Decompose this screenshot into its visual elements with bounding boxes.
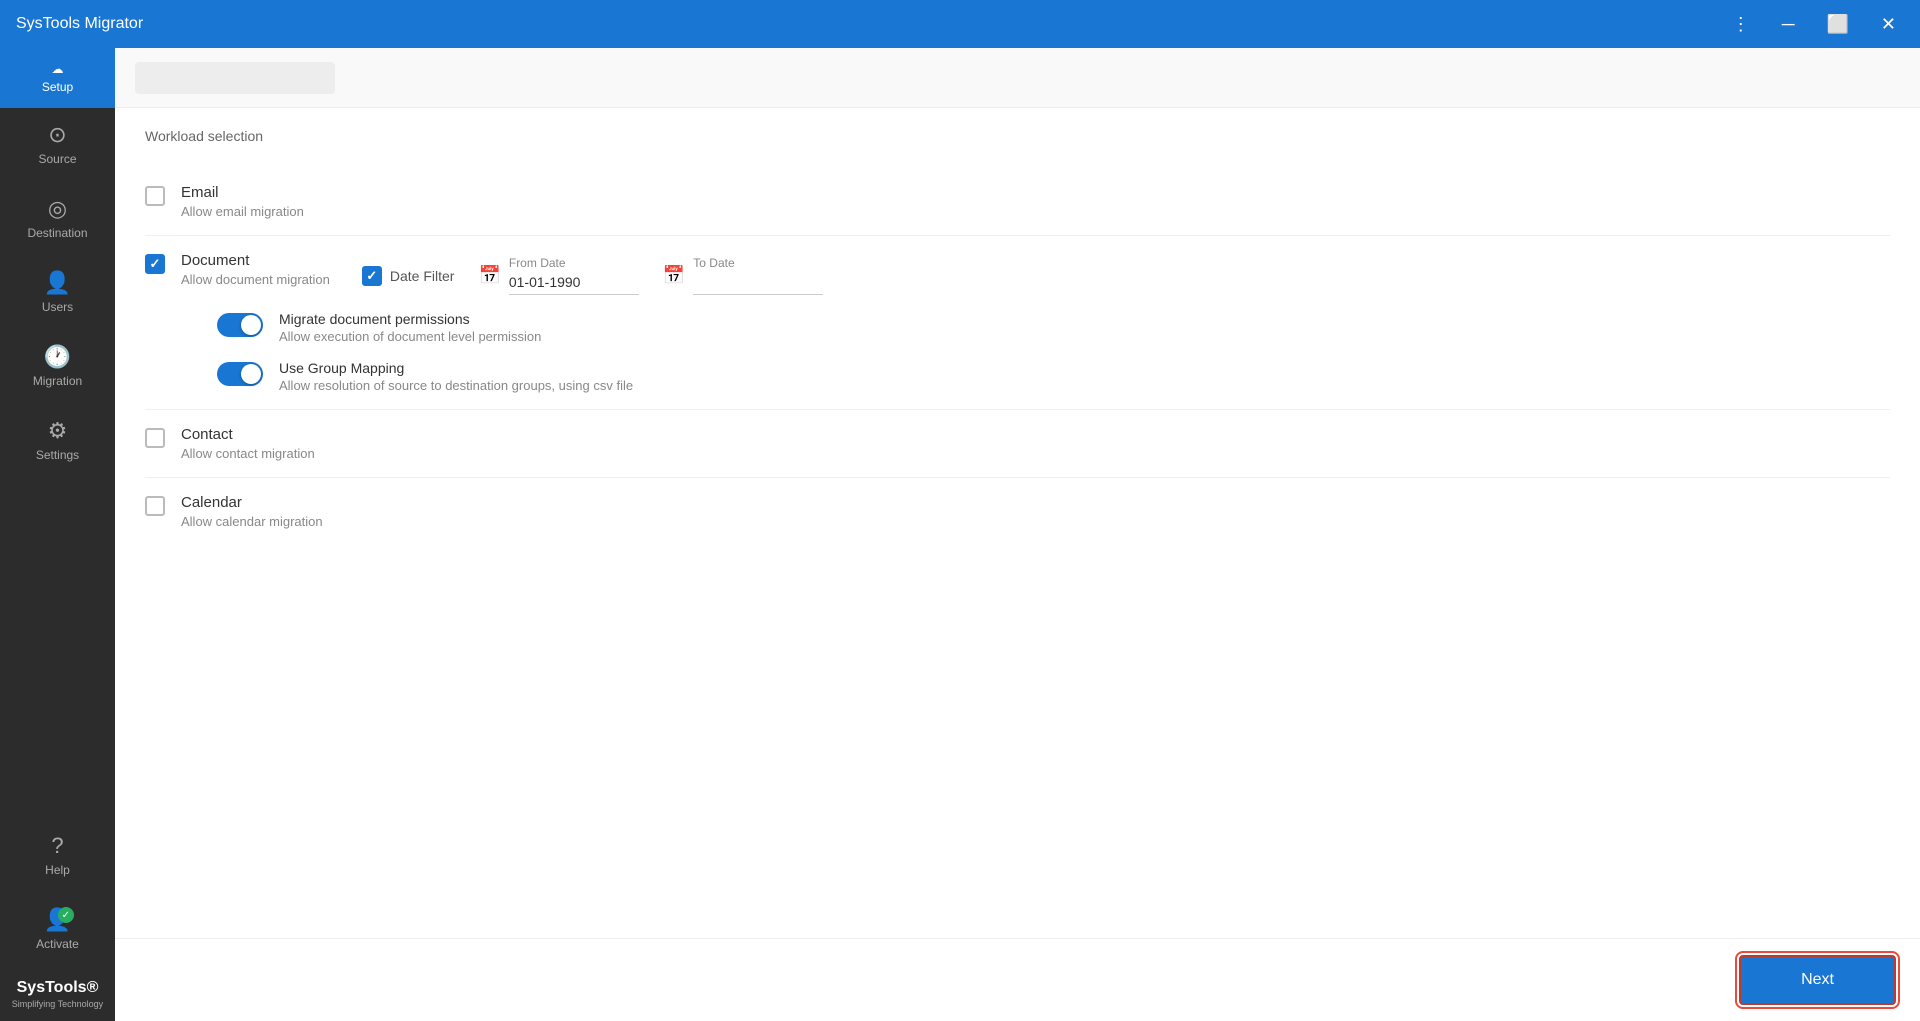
workload-item-email: Email Allow email migration xyxy=(145,168,1890,236)
workload-item-document: Document Allow document migration Date F… xyxy=(145,236,1890,410)
from-date-icon[interactable]: 📅 xyxy=(478,265,500,286)
workload-area: Workload selection Email Allow email mig… xyxy=(115,108,1920,938)
contact-checkbox-area xyxy=(145,426,181,448)
date-filter-check: Date Filter xyxy=(362,266,455,286)
group-mapping-toggle[interactable] xyxy=(217,362,263,386)
group-mapping-desc: Allow resolution of source to destinatio… xyxy=(279,378,633,393)
next-button[interactable]: Next xyxy=(1739,955,1896,1005)
calendar-checkbox-area xyxy=(145,494,181,516)
from-date-group: 📅 From Date xyxy=(478,256,638,295)
sidebar-item-activate[interactable]: ✓ 👤 Activate xyxy=(0,893,115,967)
brand-sub: Simplifying Technology xyxy=(12,999,103,1009)
from-date-input[interactable] xyxy=(509,270,639,295)
maximize-button[interactable]: ⬜ xyxy=(1818,11,1856,37)
sub-option-group-mapping: Use Group Mapping Allow resolution of so… xyxy=(181,360,1890,393)
to-date-icon[interactable]: 📅 xyxy=(663,265,685,286)
calendar-checkbox[interactable] xyxy=(145,496,165,516)
document-title: Document xyxy=(181,252,330,269)
group-mapping-text: Use Group Mapping Allow resolution of so… xyxy=(279,360,633,393)
close-button[interactable]: ✕ xyxy=(1873,11,1904,37)
sidebar-item-migration[interactable]: 🕐 Migration xyxy=(0,330,115,404)
top-tabs xyxy=(115,48,1920,108)
permissions-text: Migrate document permissions Allow execu… xyxy=(279,311,541,344)
document-sub-options: Migrate document permissions Allow execu… xyxy=(181,311,1890,393)
to-date-group: 📅 To Date xyxy=(663,256,823,295)
destination-icon: ◎ xyxy=(48,198,67,220)
contact-content: Contact Allow contact migration xyxy=(181,426,1890,461)
footer: Next xyxy=(115,938,1920,1021)
calendar-desc: Allow calendar migration xyxy=(181,514,1890,529)
contact-checkbox[interactable] xyxy=(145,428,165,448)
date-filter-checkbox[interactable] xyxy=(362,266,382,286)
date-filter-row: Date Filter 📅 From Date xyxy=(362,256,823,295)
source-icon: ⊙ xyxy=(48,124,66,146)
activate-badge: ✓ xyxy=(58,907,74,923)
more-button[interactable]: ⋮ xyxy=(1724,11,1758,37)
workload-title: Workload selection xyxy=(145,128,1890,144)
activate-area: ✓ 👤 xyxy=(44,909,71,931)
sidebar-item-destination[interactable]: ◎ Destination xyxy=(0,182,115,256)
permissions-desc: Allow execution of document level permis… xyxy=(279,329,541,344)
sidebar-item-settings[interactable]: ⚙ Settings xyxy=(0,404,115,478)
email-content: Email Allow email migration xyxy=(181,184,1890,219)
to-date-input[interactable] xyxy=(693,270,823,295)
contact-title: Contact xyxy=(181,426,1890,443)
document-checkbox[interactable] xyxy=(145,254,165,274)
main-layout: ☁ Setup ⊙ Source ◎ Destination 👤 Users 🕐… xyxy=(0,48,1920,1021)
permissions-label: Migrate document permissions xyxy=(279,311,541,327)
email-checkbox[interactable] xyxy=(145,186,165,206)
calendar-content: Calendar Allow calendar migration xyxy=(181,494,1890,529)
users-icon: 👤 xyxy=(44,272,71,294)
sidebar-item-help[interactable]: ? Help xyxy=(0,819,115,893)
contact-desc: Allow contact migration xyxy=(181,446,1890,461)
window-controls: ⋮ ─ ⬜ ✕ xyxy=(1724,11,1904,37)
document-content: Document Allow document migration Date F… xyxy=(181,252,1890,393)
migration-icon: 🕐 xyxy=(44,346,71,368)
document-checkbox-area xyxy=(145,252,181,274)
email-checkbox-area xyxy=(145,184,181,206)
permissions-toggle[interactable] xyxy=(217,313,263,337)
sidebar-bottom: ? Help ✓ 👤 Activate SysTools® Simplifyin… xyxy=(0,819,115,1021)
titlebar: SysTools Migrator ⋮ ─ ⬜ ✕ xyxy=(0,0,1920,48)
date-filter-label: Date Filter xyxy=(390,268,455,284)
help-icon: ? xyxy=(51,835,63,857)
sidebar: ☁ Setup ⊙ Source ◎ Destination 👤 Users 🕐… xyxy=(0,48,115,1021)
app-title: SysTools Migrator xyxy=(16,15,1724,33)
sidebar-item-source[interactable]: ⊙ Source xyxy=(0,108,115,182)
content-area: Workload selection Email Allow email mig… xyxy=(115,48,1920,1021)
sidebar-item-users[interactable]: 👤 Users xyxy=(0,256,115,330)
sidebar-brand: SysTools® Simplifying Technology xyxy=(0,967,115,1021)
minimize-button[interactable]: ─ xyxy=(1774,11,1803,37)
workload-item-contact: Contact Allow contact migration xyxy=(145,410,1890,478)
cloud-icon: ☁ xyxy=(52,62,64,76)
tab-placeholder xyxy=(135,62,335,94)
sidebar-item-setup[interactable]: ☁ Setup xyxy=(0,48,115,108)
document-desc: Allow document migration xyxy=(181,272,330,287)
from-date-label: From Date xyxy=(509,256,639,270)
settings-icon: ⚙ xyxy=(48,420,68,442)
sub-option-permissions: Migrate document permissions Allow execu… xyxy=(181,311,1890,344)
workload-item-calendar: Calendar Allow calendar migration xyxy=(145,478,1890,545)
to-date-label: To Date xyxy=(693,256,823,270)
email-title: Email xyxy=(181,184,1890,201)
calendar-title: Calendar xyxy=(181,494,1890,511)
brand-name: SysTools® xyxy=(17,979,99,997)
group-mapping-label: Use Group Mapping xyxy=(279,360,633,376)
email-desc: Allow email migration xyxy=(181,204,1890,219)
